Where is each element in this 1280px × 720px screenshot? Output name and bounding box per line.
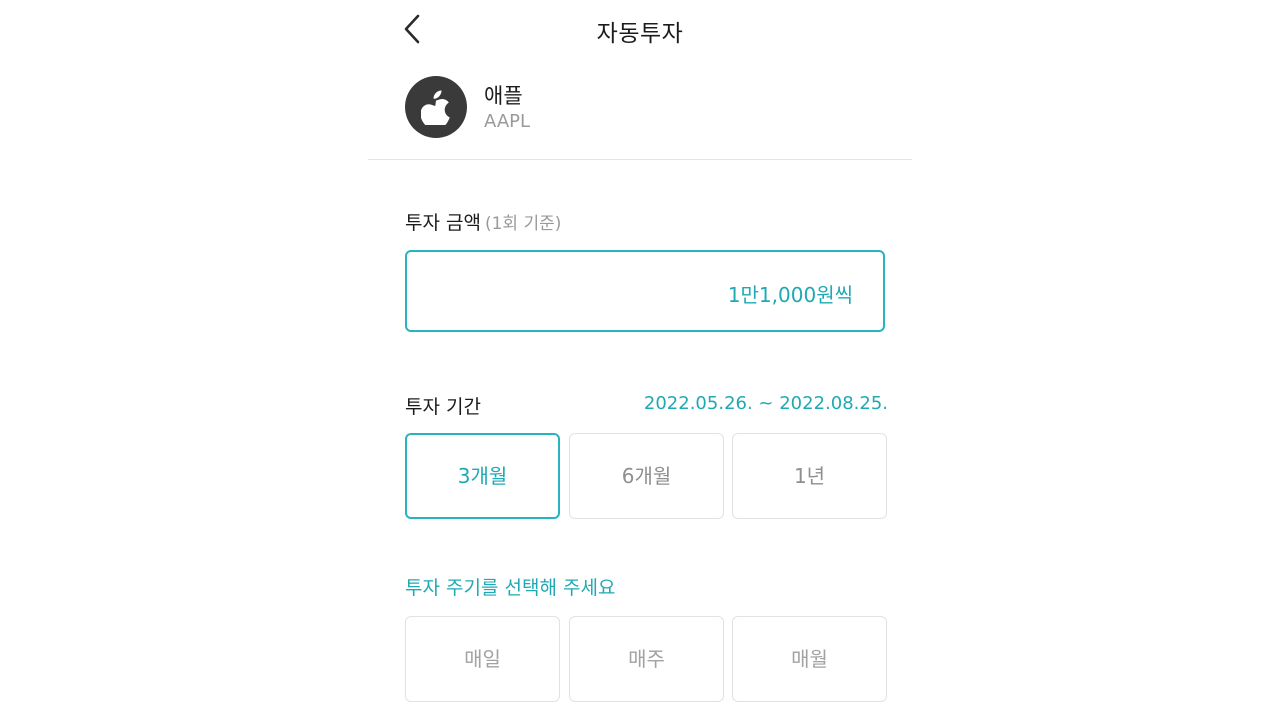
- period-option-3-months[interactable]: 3개월: [405, 433, 560, 519]
- page-title: 자동투자: [596, 21, 684, 47]
- amount-input[interactable]: 1만1,000원씩: [405, 250, 885, 332]
- header: 자동투자: [368, 0, 912, 58]
- cycle-option-daily[interactable]: 매일: [405, 616, 560, 702]
- amount-section-label: 투자 금액 (1회 기준): [405, 208, 561, 235]
- period-option-1-year[interactable]: 1년: [732, 433, 887, 519]
- stock-logo: [405, 76, 467, 138]
- amount-label-sub: (1회 기준): [484, 214, 562, 234]
- cycle-options: 매일 매주 매월: [405, 616, 888, 702]
- period-label: 투자 기간: [405, 396, 481, 418]
- stock-name: 애플: [484, 84, 523, 108]
- amount-value: 1만1,000원씩: [727, 283, 853, 307]
- divider: [368, 159, 912, 160]
- stock-ticker: AAPL: [484, 111, 531, 132]
- period-options: 3개월 6개월 1년: [405, 433, 888, 519]
- auto-invest-screen: 자동투자 애플 AAPL 투자 금액 (1회 기준) 1만1,000원씩 투자 기…: [368, 0, 912, 720]
- apple-logo-icon: [421, 90, 450, 125]
- period-option-6-months[interactable]: 6개월: [569, 433, 724, 519]
- cycle-option-weekly[interactable]: 매주: [569, 616, 724, 702]
- amount-label: 투자 금액: [405, 212, 481, 234]
- cycle-prompt: 투자 주기를 선택해 주세요: [405, 577, 616, 599]
- cycle-option-monthly[interactable]: 매월: [732, 616, 887, 702]
- period-date-range: 2022.05.26. ~ 2022.08.25.: [643, 393, 888, 414]
